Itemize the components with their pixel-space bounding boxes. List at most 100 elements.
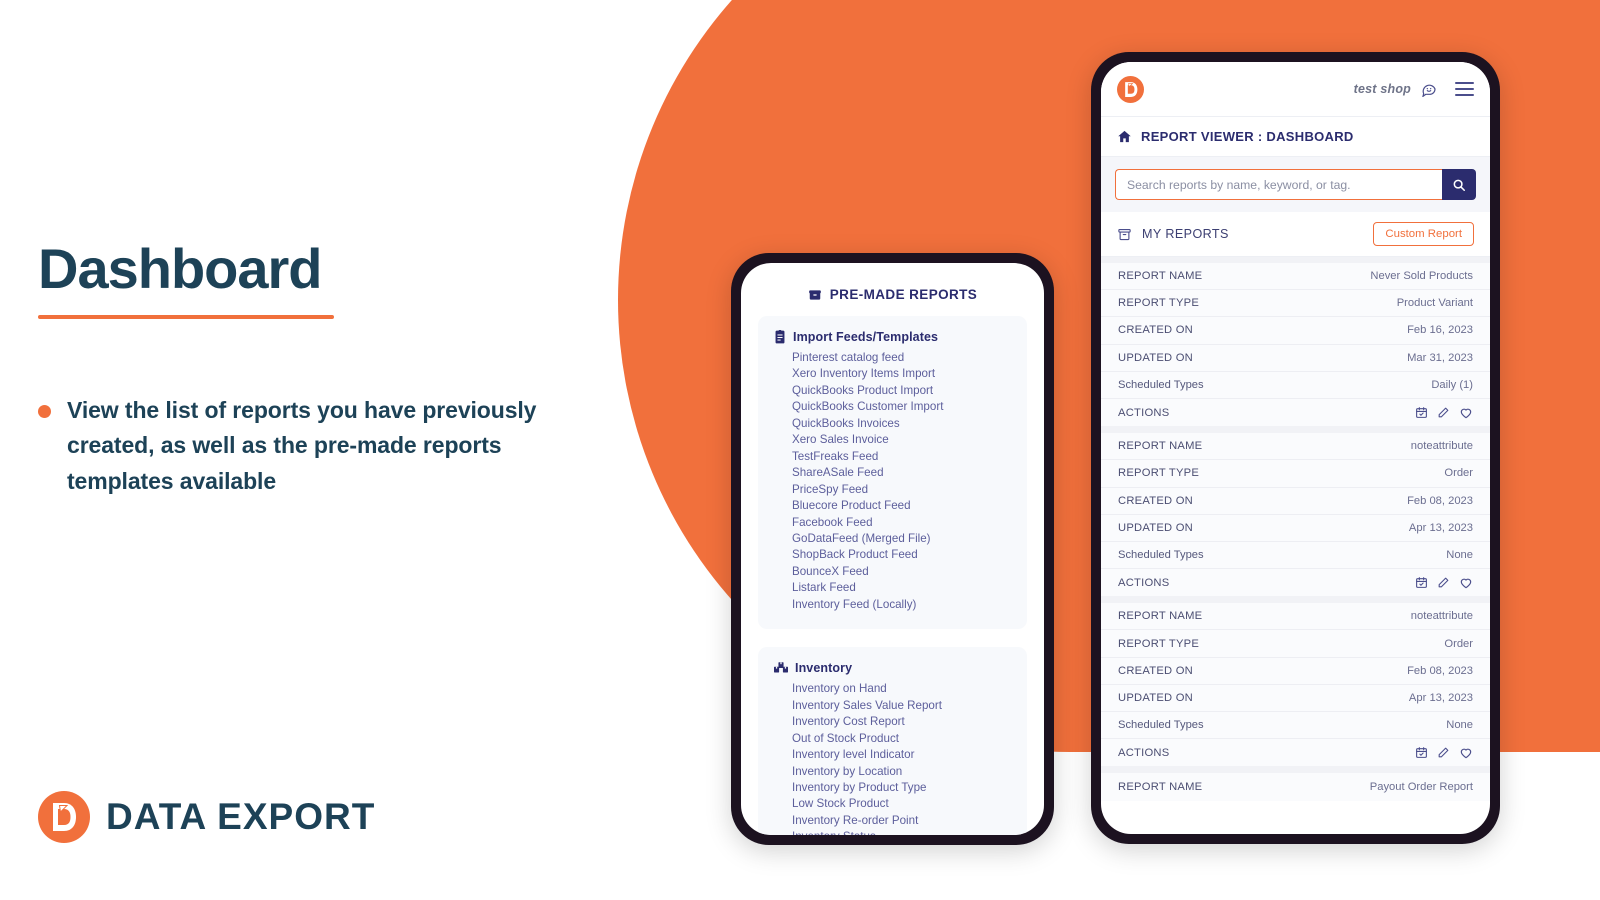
row-label: REPORT NAME bbox=[1118, 440, 1203, 453]
row-label: Scheduled Types bbox=[1118, 719, 1204, 732]
premade-item[interactable]: TestFreaks Feed bbox=[774, 449, 1011, 465]
calendar-check-icon[interactable] bbox=[1415, 746, 1428, 759]
premade-item[interactable]: Inventory Feed (Locally) bbox=[774, 597, 1011, 613]
calendar-check-icon[interactable] bbox=[1415, 406, 1428, 419]
report-card: REPORT NAME Never Sold Products REPORT TY… bbox=[1101, 263, 1490, 427]
logo-d-glyph bbox=[1125, 81, 1138, 97]
premade-item[interactable]: Inventory by Location bbox=[774, 764, 1011, 780]
phone-mockup-premade-reports: PRE-MADE REPORTS Import Feeds/Templates … bbox=[731, 253, 1054, 845]
premade-item[interactable]: Facebook Feed bbox=[774, 515, 1011, 531]
premade-item[interactable]: Inventory Re-order Point bbox=[774, 813, 1011, 829]
premade-item[interactable]: Xero Inventory Items Import bbox=[774, 366, 1011, 382]
section-title: Import Feeds/Templates bbox=[793, 330, 939, 344]
table-row: REPORT TYPE Product Variant bbox=[1101, 290, 1490, 318]
heart-icon[interactable] bbox=[1459, 746, 1473, 760]
table-row: Scheduled Types None bbox=[1101, 712, 1490, 740]
premade-item[interactable]: Bluecore Product Feed bbox=[774, 498, 1011, 514]
premade-reports-title: PRE-MADE REPORTS bbox=[829, 287, 978, 302]
table-row: REPORT NAME noteattribute bbox=[1101, 433, 1490, 461]
premade-item[interactable]: Inventory Status bbox=[774, 829, 1011, 835]
section-header: Import Feeds/Templates bbox=[774, 330, 1011, 344]
heart-icon[interactable] bbox=[1459, 406, 1473, 420]
premade-item[interactable]: ShopBack Product Feed bbox=[774, 547, 1011, 563]
heart-icon[interactable] bbox=[1459, 576, 1473, 590]
phone-mockup-report-viewer: test shop REPORT VIEWER: DASHBOARD Sear… bbox=[1091, 52, 1500, 844]
table-row: Scheduled Types Daily (1) bbox=[1101, 372, 1490, 399]
row-value: Apr 13, 2023 bbox=[1408, 691, 1473, 704]
premade-item[interactable]: PriceSpy Feed bbox=[774, 482, 1011, 498]
row-value: None bbox=[1446, 548, 1473, 561]
data-export-logo-icon[interactable] bbox=[1117, 75, 1144, 103]
page-title: Dashboard bbox=[38, 237, 323, 300]
row-label: REPORT NAME bbox=[1118, 780, 1203, 793]
edit-pencil-icon[interactable] bbox=[1437, 746, 1450, 759]
premade-item[interactable]: QuickBooks Invoices bbox=[774, 416, 1011, 432]
row-actions bbox=[1415, 746, 1473, 760]
row-label: CREATED ON bbox=[1118, 324, 1194, 337]
premade-reports-header: PRE-MADE REPORTS bbox=[741, 263, 1044, 316]
table-row: REPORT TYPE Order bbox=[1101, 460, 1490, 488]
home-icon[interactable] bbox=[1117, 129, 1132, 144]
search-input[interactable] bbox=[1127, 177, 1431, 192]
row-value: Order bbox=[1444, 637, 1473, 650]
search-field-wrapper[interactable] bbox=[1115, 169, 1442, 200]
table-row: Scheduled Types None bbox=[1101, 542, 1490, 570]
row-value: Mar 31, 2023 bbox=[1407, 351, 1473, 364]
table-row: UPDATED ON Mar 31, 2023 bbox=[1101, 345, 1490, 372]
premade-item[interactable]: Out of Stock Product bbox=[774, 731, 1011, 747]
report-card: REPORT NAME noteattribute REPORT TYPE Orde… bbox=[1101, 433, 1490, 597]
premade-item[interactable]: QuickBooks Product Import bbox=[774, 383, 1011, 399]
premade-item[interactable]: Inventory on Hand bbox=[774, 681, 1011, 697]
premade-item[interactable]: Inventory by Product Type bbox=[774, 780, 1011, 796]
row-value: Feb 08, 2023 bbox=[1407, 494, 1473, 507]
edit-pencil-icon[interactable] bbox=[1437, 406, 1450, 419]
report-card: REPORT NAME noteattribute REPORT TYPE Orde… bbox=[1101, 603, 1490, 767]
edit-pencil-icon[interactable] bbox=[1437, 576, 1450, 589]
row-label: REPORT TYPE bbox=[1118, 467, 1200, 480]
search-button[interactable] bbox=[1442, 169, 1476, 200]
premade-item[interactable]: Xero Sales Invoice bbox=[774, 432, 1011, 448]
calendar-check-icon[interactable] bbox=[1415, 576, 1428, 589]
table-row: REPORT NAME Payout Order Report bbox=[1101, 773, 1490, 800]
premade-item[interactable]: BounceX Feed bbox=[774, 564, 1011, 580]
premade-item[interactable]: GoDataFeed (Merged File) bbox=[774, 531, 1011, 547]
premade-item[interactable]: ShareASale Feed bbox=[774, 465, 1011, 481]
slide-text-column: Dashboard View the list of reports you h… bbox=[38, 237, 598, 500]
premade-item[interactable]: Low Stock Product bbox=[774, 796, 1011, 812]
table-row: UPDATED ON Apr 13, 2023 bbox=[1101, 685, 1490, 712]
table-row: UPDATED ON Apr 13, 2023 bbox=[1101, 515, 1490, 542]
app-topbar: test shop bbox=[1101, 62, 1490, 117]
premade-item[interactable]: Listark Feed bbox=[774, 580, 1011, 596]
row-actions bbox=[1415, 406, 1473, 420]
premade-item[interactable]: Pinterest catalog feed bbox=[774, 350, 1011, 366]
row-label: ACTIONS bbox=[1118, 576, 1170, 589]
row-label: UPDATED ON bbox=[1118, 691, 1194, 704]
brand-logo: DATA EXPORT bbox=[38, 791, 375, 843]
row-label: REPORT NAME bbox=[1118, 270, 1203, 283]
boxes-icon bbox=[774, 662, 788, 673]
search-bar bbox=[1101, 157, 1490, 212]
premade-section-import-feeds: Import Feeds/Templates Pinterest catalog… bbox=[758, 316, 1027, 630]
section-header: Inventory bbox=[774, 661, 1011, 675]
premade-item[interactable]: Inventory level Indicator bbox=[774, 747, 1011, 763]
shop-name: test shop bbox=[1353, 82, 1411, 96]
search-icon bbox=[1453, 179, 1466, 191]
premade-item[interactable]: Inventory Cost Report bbox=[774, 714, 1011, 730]
row-actions bbox=[1415, 576, 1473, 590]
row-label: UPDATED ON bbox=[1118, 351, 1194, 364]
row-value: Daily (1) bbox=[1431, 378, 1473, 391]
premade-reports-screen: PRE-MADE REPORTS Import Feeds/Templates … bbox=[741, 263, 1044, 835]
archive-icon bbox=[1118, 228, 1131, 240]
custom-report-button[interactable]: Custom Report bbox=[1373, 222, 1474, 246]
report-list: REPORT NAME Never Sold Products REPORT TY… bbox=[1101, 257, 1490, 801]
premade-item[interactable]: Inventory Sales Value Report bbox=[774, 698, 1011, 714]
hamburger-menu-icon[interactable] bbox=[1455, 82, 1474, 96]
table-row: REPORT TYPE Order bbox=[1101, 630, 1490, 658]
premade-item[interactable]: QuickBooks Customer Import bbox=[774, 399, 1011, 415]
logo-d-glyph bbox=[53, 803, 76, 831]
table-row: CREATED ON Feb 16, 2023 bbox=[1101, 317, 1490, 345]
row-value: None bbox=[1446, 719, 1473, 732]
archive-box-icon bbox=[808, 289, 821, 300]
data-export-mark-icon bbox=[38, 791, 90, 843]
chat-bubble-icon[interactable] bbox=[1421, 81, 1437, 97]
